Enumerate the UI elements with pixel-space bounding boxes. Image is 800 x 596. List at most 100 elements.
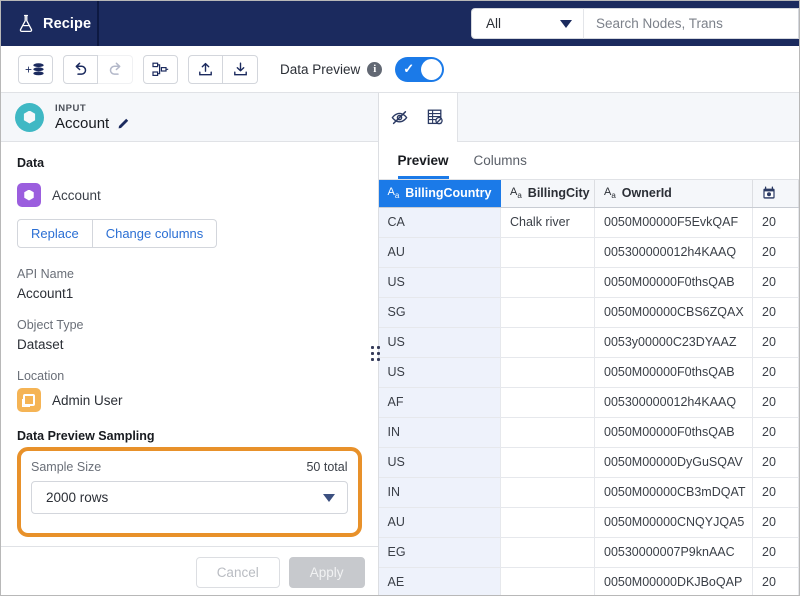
sample-size-select[interactable]: 2000 rows <box>31 481 348 514</box>
chevron-down-icon <box>323 494 335 502</box>
table-cell[interactable]: EG <box>379 537 501 567</box>
table-cell[interactable] <box>501 267 595 297</box>
table-cell[interactable]: CA <box>379 207 501 237</box>
table-eye-off-icon[interactable] <box>426 108 445 126</box>
info-icon[interactable]: i <box>367 62 382 77</box>
tab-columns[interactable]: Columns <box>474 153 527 179</box>
table-cell[interactable]: US <box>379 327 501 357</box>
dataset-actions: Replace Change columns <box>17 219 217 248</box>
table-row[interactable]: CAChalk river0050M00000F5EvkQAF20 <box>379 207 799 237</box>
table-cell[interactable]: 0050M00000DyGuSQAV <box>595 447 753 477</box>
folder-app-icon <box>17 388 41 412</box>
table-row[interactable]: US 0050M00000F0thsQAB20 <box>379 357 799 387</box>
table-cell[interactable] <box>501 537 595 567</box>
table-cell[interactable]: 20 <box>753 207 799 237</box>
editor-body: INPUT Account Data Account <box>1 93 799 596</box>
table-cell[interactable]: 0050M00000F5EvkQAF <box>595 207 753 237</box>
location-field: Location Admin User <box>17 369 362 412</box>
table-cell[interactable]: 20 <box>753 447 799 477</box>
table-cell[interactable]: 005300000012h4KAAQ <box>595 237 753 267</box>
table-cell[interactable]: AU <box>379 237 501 267</box>
table-cell[interactable]: IN <box>379 477 501 507</box>
table-cell[interactable] <box>501 507 595 537</box>
table-cell[interactable]: 20 <box>753 387 799 417</box>
tab-preview[interactable]: Preview <box>398 153 449 179</box>
download-button[interactable] <box>223 55 258 84</box>
table-cell[interactable]: 20 <box>753 297 799 327</box>
table-cell[interactable] <box>501 297 595 327</box>
preview-header <box>379 93 800 142</box>
table-cell[interactable]: AF <box>379 387 501 417</box>
pencil-icon[interactable] <box>117 116 131 130</box>
table-cell[interactable] <box>501 237 595 267</box>
data-preview-toggle[interactable]: ✓ <box>395 57 444 82</box>
table-cell[interactable]: 0053y00000C23DYAAZ <box>595 327 753 357</box>
table-cell[interactable]: 20 <box>753 267 799 297</box>
node-graph-group <box>143 55 178 84</box>
undo-button[interactable] <box>63 55 98 84</box>
table-cell[interactable] <box>501 357 595 387</box>
column-header-billingcountry[interactable]: Aa BillingCountry <box>379 180 501 207</box>
table-row[interactable]: IN 0050M00000F0thsQAB20 <box>379 417 799 447</box>
table-cell[interactable]: 20 <box>753 237 799 267</box>
table-cell[interactable]: Chalk river <box>501 207 595 237</box>
table-cell[interactable]: SG <box>379 297 501 327</box>
search-input[interactable] <box>583 8 799 39</box>
table-cell[interactable]: 0050M00000CNQYJQA5 <box>595 507 753 537</box>
table-cell[interactable] <box>501 477 595 507</box>
table-cell[interactable]: 20 <box>753 417 799 447</box>
table-cell[interactable]: 0050M00000F0thsQAB <box>595 417 753 447</box>
column-header-date[interactable] <box>753 180 799 207</box>
preview-grid[interactable]: Aa BillingCountry Aa BillingCity <box>379 180 800 596</box>
table-row[interactable]: AE 0050M00000DKJBoQAP20 <box>379 567 799 596</box>
table-cell[interactable]: US <box>379 267 501 297</box>
table-cell[interactable]: 20 <box>753 507 799 537</box>
table-cell[interactable]: US <box>379 447 501 477</box>
upload-button[interactable] <box>188 55 223 84</box>
eye-off-icon[interactable] <box>390 109 409 126</box>
cancel-button[interactable]: Cancel <box>196 557 280 588</box>
table-cell[interactable]: 0050M00000F0thsQAB <box>595 357 753 387</box>
add-data-button[interactable]: + <box>18 55 53 84</box>
table-cell[interactable] <box>501 567 595 596</box>
table-row[interactable]: IN 0050M00000CB3mDQAT20 <box>379 477 799 507</box>
column-header-billingcity[interactable]: Aa BillingCity <box>501 180 595 207</box>
table-row[interactable]: AF 005300000012h4KAAQ20 <box>379 387 799 417</box>
table-cell[interactable] <box>501 327 595 357</box>
table-row[interactable]: SG 0050M00000CBS6ZQAX20 <box>379 297 799 327</box>
replace-button[interactable]: Replace <box>17 219 93 248</box>
node-graph-button[interactable] <box>143 55 178 84</box>
drag-handle-icon[interactable] <box>371 341 380 365</box>
search-scope-select[interactable]: All <box>471 8 583 39</box>
table-row[interactable]: EG 00530000007P9knAAC20 <box>379 537 799 567</box>
apply-button[interactable]: Apply <box>289 557 365 588</box>
table-cell[interactable]: 20 <box>753 357 799 387</box>
table-row[interactable]: US 0053y00000C23DYAAZ20 <box>379 327 799 357</box>
table-row[interactable]: US 0050M00000F0thsQAB20 <box>379 267 799 297</box>
object-type-value: Dataset <box>17 337 362 352</box>
table-cell[interactable]: 0050M00000CB3mDQAT <box>595 477 753 507</box>
table-cell[interactable]: 20 <box>753 477 799 507</box>
table-cell[interactable]: 0050M00000DKJBoQAP <box>595 567 753 596</box>
table-cell[interactable]: 20 <box>753 327 799 357</box>
table-cell[interactable]: 00530000007P9knAAC <box>595 537 753 567</box>
table-cell[interactable]: 20 <box>753 567 799 596</box>
table-cell[interactable] <box>501 387 595 417</box>
table-cell[interactable]: IN <box>379 417 501 447</box>
table-row[interactable]: AU 005300000012h4KAAQ20 <box>379 237 799 267</box>
table-cell[interactable]: 0050M00000CBS6ZQAX <box>595 297 753 327</box>
table-row[interactable]: AU 0050M00000CNQYJQA520 <box>379 507 799 537</box>
brand-home-link[interactable]: Recipe <box>1 1 99 46</box>
change-columns-button[interactable]: Change columns <box>93 219 218 248</box>
table-cell[interactable]: 20 <box>753 537 799 567</box>
table-cell[interactable] <box>501 417 595 447</box>
redo-button[interactable] <box>98 55 133 84</box>
table-row[interactable]: US 0050M00000DyGuSQAV20 <box>379 447 799 477</box>
table-cell[interactable]: AU <box>379 507 501 537</box>
table-cell[interactable]: 0050M00000F0thsQAB <box>595 267 753 297</box>
column-header-ownerid[interactable]: Aa OwnerId <box>595 180 753 207</box>
table-cell[interactable]: US <box>379 357 501 387</box>
table-cell[interactable]: 005300000012h4KAAQ <box>595 387 753 417</box>
table-cell[interactable]: AE <box>379 567 501 596</box>
table-cell[interactable] <box>501 447 595 477</box>
